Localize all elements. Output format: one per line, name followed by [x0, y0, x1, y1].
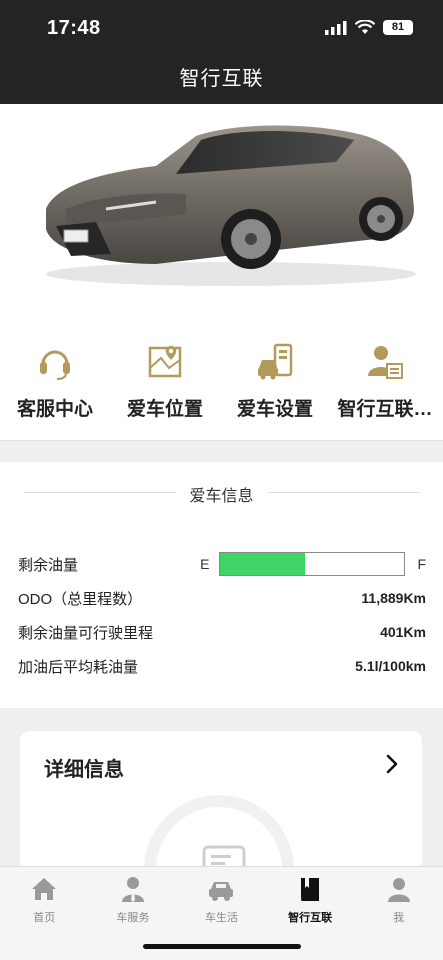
fuel-label: 剩余油量	[18, 556, 79, 574]
user-icon	[387, 878, 410, 902]
quick-action-label: 客服中心	[16, 399, 93, 420]
chevron-right-icon[interactable]	[384, 753, 400, 775]
odo-value: 11,889Km	[361, 590, 426, 606]
wifi-icon	[355, 20, 375, 34]
quick-action-label: 爱车设置	[236, 399, 313, 420]
range-label: 剩余油量可行驶里程	[18, 624, 154, 642]
fuel-level-fill	[220, 553, 306, 575]
home-icon	[32, 878, 57, 900]
car-info-heading: 爱车信息	[189, 488, 254, 505]
fuel-gauge: E F	[200, 552, 426, 576]
page-title: 智行互联	[179, 68, 264, 90]
detail-card[interactable]: 详细信息	[20, 731, 422, 871]
book-icon	[301, 878, 320, 901]
avg-consumption-value: 5.1l/100km	[355, 658, 426, 674]
status-icons: 81	[325, 20, 413, 35]
odo-row: ODO（总里程数） 11,889Km	[18, 586, 426, 610]
heading-divider-right	[268, 492, 420, 493]
tab-home[interactable]: 首页	[0, 867, 89, 960]
service-person-icon	[121, 877, 144, 902]
fuel-full-label: F	[417, 556, 426, 572]
status-bar: 17:48 81	[0, 0, 443, 54]
quick-action-car-settings[interactable]: 爱车设置	[220, 342, 330, 421]
detail-title: 详细信息	[44, 759, 124, 781]
avg-consumption-row: 加油后平均耗油量 5.1l/100km	[18, 654, 426, 678]
tab-label: 首页	[33, 912, 56, 924]
fuel-empty-label: E	[200, 556, 210, 572]
car-info-card: 爱车信息 剩余油量 E F ODO（总里程数） 11,889Km 剩余油量可行驶…	[0, 462, 443, 708]
lexus-es-car-image	[46, 125, 416, 286]
car-phone-icon	[258, 343, 293, 380]
tab-me[interactable]: 我	[354, 867, 443, 960]
battery-indicator: 81	[383, 20, 413, 35]
nav-bar: 智行互联	[0, 54, 443, 104]
quick-action-connect[interactable]: 智行互联…	[330, 342, 440, 421]
odo-label: ODO（总里程数）	[18, 590, 143, 608]
map-pin-icon	[148, 346, 182, 378]
avg-consumption-label: 加油后平均耗油量	[18, 658, 139, 676]
hero-section: 客服中心 爱车位置 爱车设置 智行互联…	[0, 104, 443, 440]
quick-action-car-location[interactable]: 爱车位置	[110, 342, 220, 421]
quick-actions: 客服中心 爱车位置 爱车设置 智行互联…	[0, 342, 443, 421]
range-value: 401Km	[380, 624, 426, 640]
status-time: 17:48	[47, 17, 101, 39]
quick-action-label: 智行互联…	[337, 399, 433, 420]
tab-label: 智行互联	[288, 912, 333, 924]
tab-label: 我	[393, 912, 405, 924]
user-card-icon	[368, 346, 403, 379]
tab-label: 车服务	[116, 912, 150, 924]
quick-action-customer-service[interactable]: 客服中心	[0, 342, 110, 421]
fuel-row: 剩余油量 E F	[18, 552, 426, 576]
car-icon	[209, 882, 234, 901]
section-divider	[0, 440, 443, 462]
signal-icon	[325, 20, 347, 35]
fuel-bar	[219, 552, 406, 576]
home-indicator	[143, 944, 301, 949]
quick-action-label: 爱车位置	[126, 399, 203, 420]
headset-icon	[40, 350, 70, 380]
range-row: 剩余油量可行驶里程 401Km	[18, 620, 426, 644]
tab-label: 车生活	[204, 912, 238, 924]
